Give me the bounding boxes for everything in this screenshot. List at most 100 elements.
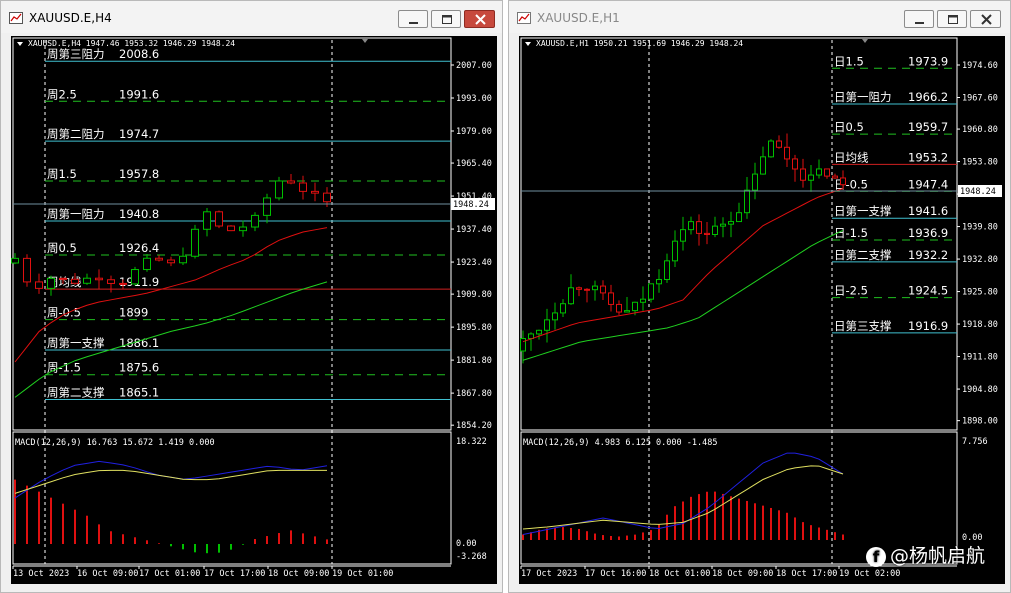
candle-body (215, 211, 223, 227)
candle-body (35, 281, 43, 289)
chart-canvas[interactable]: 日1.5 1973.9 日第一阻力 1966.2 日0.5 1959.7 日均线 1953.2… (519, 36, 1005, 584)
candle-body (299, 182, 307, 192)
level-name: 日均线 (834, 150, 869, 164)
price-tick-label: 1854.20 (456, 421, 492, 431)
price-chart-h1[interactable]: 日1.5 1973.9 日第一阻力 1966.2 日0.5 1959.7 日均线 1953.2… (519, 36, 1005, 584)
time-tick-label: 13 Oct 2023 (13, 569, 69, 579)
candle-body (167, 259, 175, 264)
price-tick-label: 1904.80 (962, 385, 998, 395)
candle-body (600, 285, 606, 294)
level-name: 日第三支撑 (834, 319, 892, 333)
price-tick-label: 1960.80 (962, 125, 998, 135)
dropdown-arrow-icon[interactable] (17, 42, 23, 46)
candle-body (131, 269, 139, 285)
dropdown-arrow-icon[interactable] (525, 42, 531, 46)
candle-body (536, 329, 542, 335)
candle-body (119, 282, 127, 285)
price-chart-h4[interactable]: 周第三阻力 2008.6 周2.5 1991.6 周第二阻力 1974.7 周1.5 1957… (11, 36, 497, 584)
candle-body (552, 312, 558, 321)
candle-body (203, 211, 211, 230)
candle-body (275, 180, 283, 199)
level-name: 日1.5 (834, 54, 864, 68)
time-tick-label: 18 Oct 09:00 (712, 569, 773, 579)
level-name: 日-2.5 (834, 284, 868, 298)
candle-body (712, 225, 718, 236)
window-title: XAUUSD.E,H1 (537, 11, 620, 25)
candle-body (784, 146, 790, 160)
candle-body (608, 292, 614, 305)
candle-body (672, 240, 678, 262)
candle-body (179, 255, 187, 264)
candle-body (263, 197, 271, 216)
time-tick-label: 17 Oct 2023 (521, 569, 577, 579)
candle-body (287, 180, 295, 184)
level-value: 1924.5 (908, 284, 948, 298)
level-name: 周第二支撑 (47, 385, 105, 399)
level-name: 日-0.5 (834, 177, 868, 191)
candle-body (576, 287, 582, 290)
level-name: 周第一阻力 (47, 207, 105, 221)
macd-tick-label: 7.756 (962, 437, 988, 447)
price-tick-label: 2007.00 (456, 61, 492, 71)
chart-canvas[interactable]: 周第三阻力 2008.6 周2.5 1991.6 周第二阻力 1974.7 周1.5 1957… (11, 36, 497, 584)
candle-body (720, 223, 726, 227)
candle-body (23, 257, 31, 283)
level-value: 1899 (119, 306, 148, 320)
macd-main-line (14, 460, 328, 499)
level-name: 周-1.5 (47, 361, 81, 375)
candle-body (544, 319, 550, 331)
time-tick-label: 18 Oct 09:00 (268, 569, 329, 579)
price-tick-label: 1867.80 (456, 389, 492, 399)
level-name: 日-1.5 (834, 226, 868, 240)
minimize-button[interactable] (904, 10, 934, 28)
candle-body (728, 221, 734, 225)
chart-window-h1[interactable]: XAUUSD.E,H1 日1.5 1973.9 日第一阻力 1966.2 日0.5 195… (508, 0, 1011, 593)
level-value: 1940.8 (119, 207, 159, 221)
level-name: 周第一支撑 (47, 336, 105, 350)
price-tick-label: 1909.80 (456, 290, 492, 300)
time-tick-label: 17 Oct 01:00 (139, 569, 200, 579)
window-titlebar[interactable]: XAUUSD.E,H4 (1, 1, 502, 33)
time-tick-label: 18 Oct 01:00 (649, 569, 710, 579)
close-button[interactable] (970, 10, 1001, 28)
maximize-icon (948, 15, 958, 24)
chart-window-h4[interactable]: XAUUSD.E,H4 周第三阻力 2008.6 周2.5 1991.6 周第二阻力 19… (0, 0, 503, 593)
level-value: 1959.7 (908, 120, 948, 134)
price-tick-label: 1967.60 (962, 94, 998, 104)
close-button[interactable] (464, 10, 495, 28)
level-value: 1932.2 (908, 248, 948, 262)
time-tick-label: 17 Oct 16:00 (585, 569, 646, 579)
level-value: 1936.9 (908, 226, 948, 240)
minimize-button[interactable] (398, 10, 428, 28)
price-tick-label: 1937.40 (456, 225, 492, 235)
minimize-icon (409, 22, 418, 24)
level-name: 日第一阻力 (834, 90, 892, 104)
chart-icon (9, 12, 23, 24)
level-value: 1875.6 (119, 361, 159, 375)
watermark-logo-icon: f (866, 546, 886, 567)
candle-body (744, 189, 750, 214)
price-tick-label: 1939.80 (962, 223, 998, 233)
candle-body (816, 168, 822, 176)
candle-body (624, 310, 630, 313)
price-tick-label: 1881.80 (456, 356, 492, 366)
candle-body (520, 338, 526, 352)
candle-body (95, 277, 103, 281)
candle-body (736, 212, 742, 223)
price-tick-label: 1953.80 (962, 158, 998, 168)
maximize-button[interactable] (431, 10, 461, 28)
level-name: 周2.5 (47, 87, 77, 101)
close-icon (475, 14, 486, 25)
close-icon (981, 14, 992, 25)
candle-body (251, 214, 259, 228)
window-titlebar[interactable]: XAUUSD.E,H1 (509, 1, 1010, 33)
candle-body (227, 225, 235, 232)
time-tick-label: 19 Oct 01:00 (332, 569, 393, 579)
level-value: 1974.7 (119, 127, 159, 141)
candle-body (832, 175, 838, 179)
candle-body (808, 174, 814, 181)
candle-body (840, 177, 846, 186)
price-tick-label: 1932.80 (962, 255, 998, 265)
maximize-button[interactable] (937, 10, 967, 28)
level-value: 1916.9 (908, 319, 948, 333)
